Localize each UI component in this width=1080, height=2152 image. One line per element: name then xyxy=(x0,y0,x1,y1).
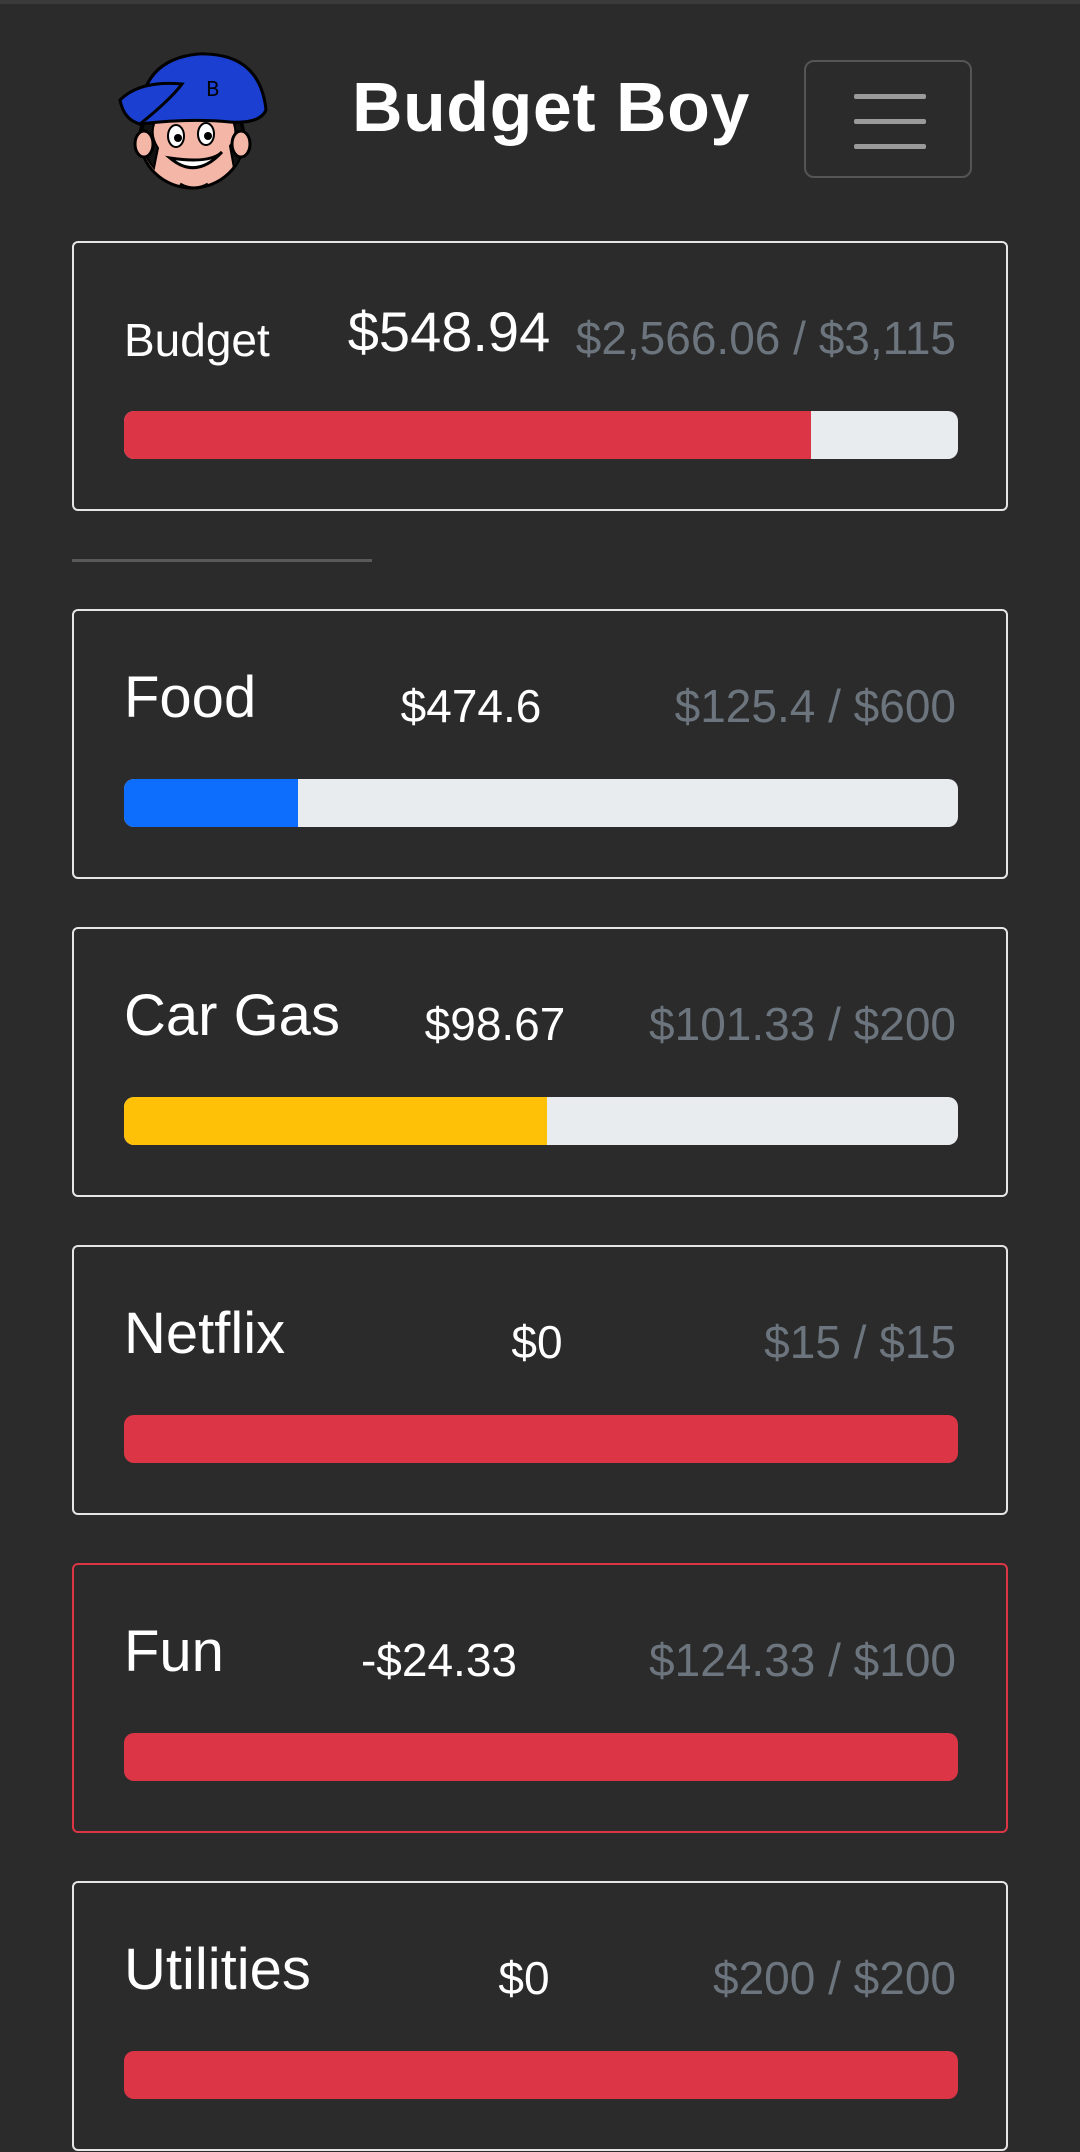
category-ratio: $101.33 / $200 xyxy=(649,998,956,1050)
category-progress-fill xyxy=(124,1415,958,1463)
category-remaining: $98.67 xyxy=(424,998,566,1050)
app-title: Budget Boy xyxy=(352,68,750,146)
hamburger-icon xyxy=(854,94,926,99)
category-ratio: $125.4 / $600 xyxy=(674,680,956,732)
category-progress-bar xyxy=(124,1733,958,1781)
category-remaining: $474.6 xyxy=(400,680,542,732)
svg-text:B: B xyxy=(206,77,220,101)
category-ratio: $200 / $200 xyxy=(712,1952,956,2004)
budget-boy-logo: B xyxy=(118,52,268,190)
category-progress-fill xyxy=(124,779,299,827)
category-card-netflix[interactable]: Netflix $0 $15 / $15 xyxy=(72,1245,1008,1515)
category-progress-bar xyxy=(124,779,958,827)
budget-progress-bar xyxy=(124,411,958,459)
category-name: Utilities xyxy=(124,1937,311,2002)
category-progress-fill xyxy=(124,1733,958,1781)
budget-summary-card[interactable]: Budget $548.94 $2,566.06 / $3,115 xyxy=(72,241,1008,511)
app-header: B Budget Boy xyxy=(0,0,1080,240)
category-progress-bar xyxy=(124,1415,958,1463)
category-ratio: $124.33 / $100 xyxy=(649,1634,956,1686)
category-progress-fill xyxy=(124,2051,958,2099)
category-name: Food xyxy=(124,665,257,730)
category-card-fun[interactable]: Fun -$24.33 $124.33 / $100 xyxy=(72,1563,1008,1833)
category-name: Fun xyxy=(124,1619,224,1684)
category-name: Netflix xyxy=(124,1301,286,1366)
category-remaining: $0 xyxy=(498,1952,550,2004)
category-progress-bar xyxy=(124,1097,958,1145)
budget-progress-fill xyxy=(124,411,812,459)
category-name: Car Gas xyxy=(124,983,340,1048)
category-card-car-gas[interactable]: Car Gas $98.67 $101.33 / $200 xyxy=(72,927,1008,1197)
budget-ratio: $2,566.06 / $3,115 xyxy=(575,312,956,364)
budget-label: Budget xyxy=(124,314,270,366)
category-remaining: -$24.33 xyxy=(360,1634,518,1686)
category-progress-fill xyxy=(124,1097,547,1145)
section-divider xyxy=(72,559,372,562)
hamburger-icon-bar xyxy=(854,119,926,124)
category-card-food[interactable]: Food $474.6 $125.4 / $600 xyxy=(72,609,1008,879)
category-remaining: $0 xyxy=(511,1316,563,1368)
hamburger-icon-bar xyxy=(854,144,926,149)
category-ratio: $15 / $15 xyxy=(764,1316,956,1368)
category-progress-bar xyxy=(124,2051,958,2099)
category-card-utilities[interactable]: Utilities $0 $200 / $200 xyxy=(72,1881,1008,2151)
budget-remaining: $548.94 xyxy=(347,300,551,363)
menu-toggle-button[interactable] xyxy=(804,60,972,178)
